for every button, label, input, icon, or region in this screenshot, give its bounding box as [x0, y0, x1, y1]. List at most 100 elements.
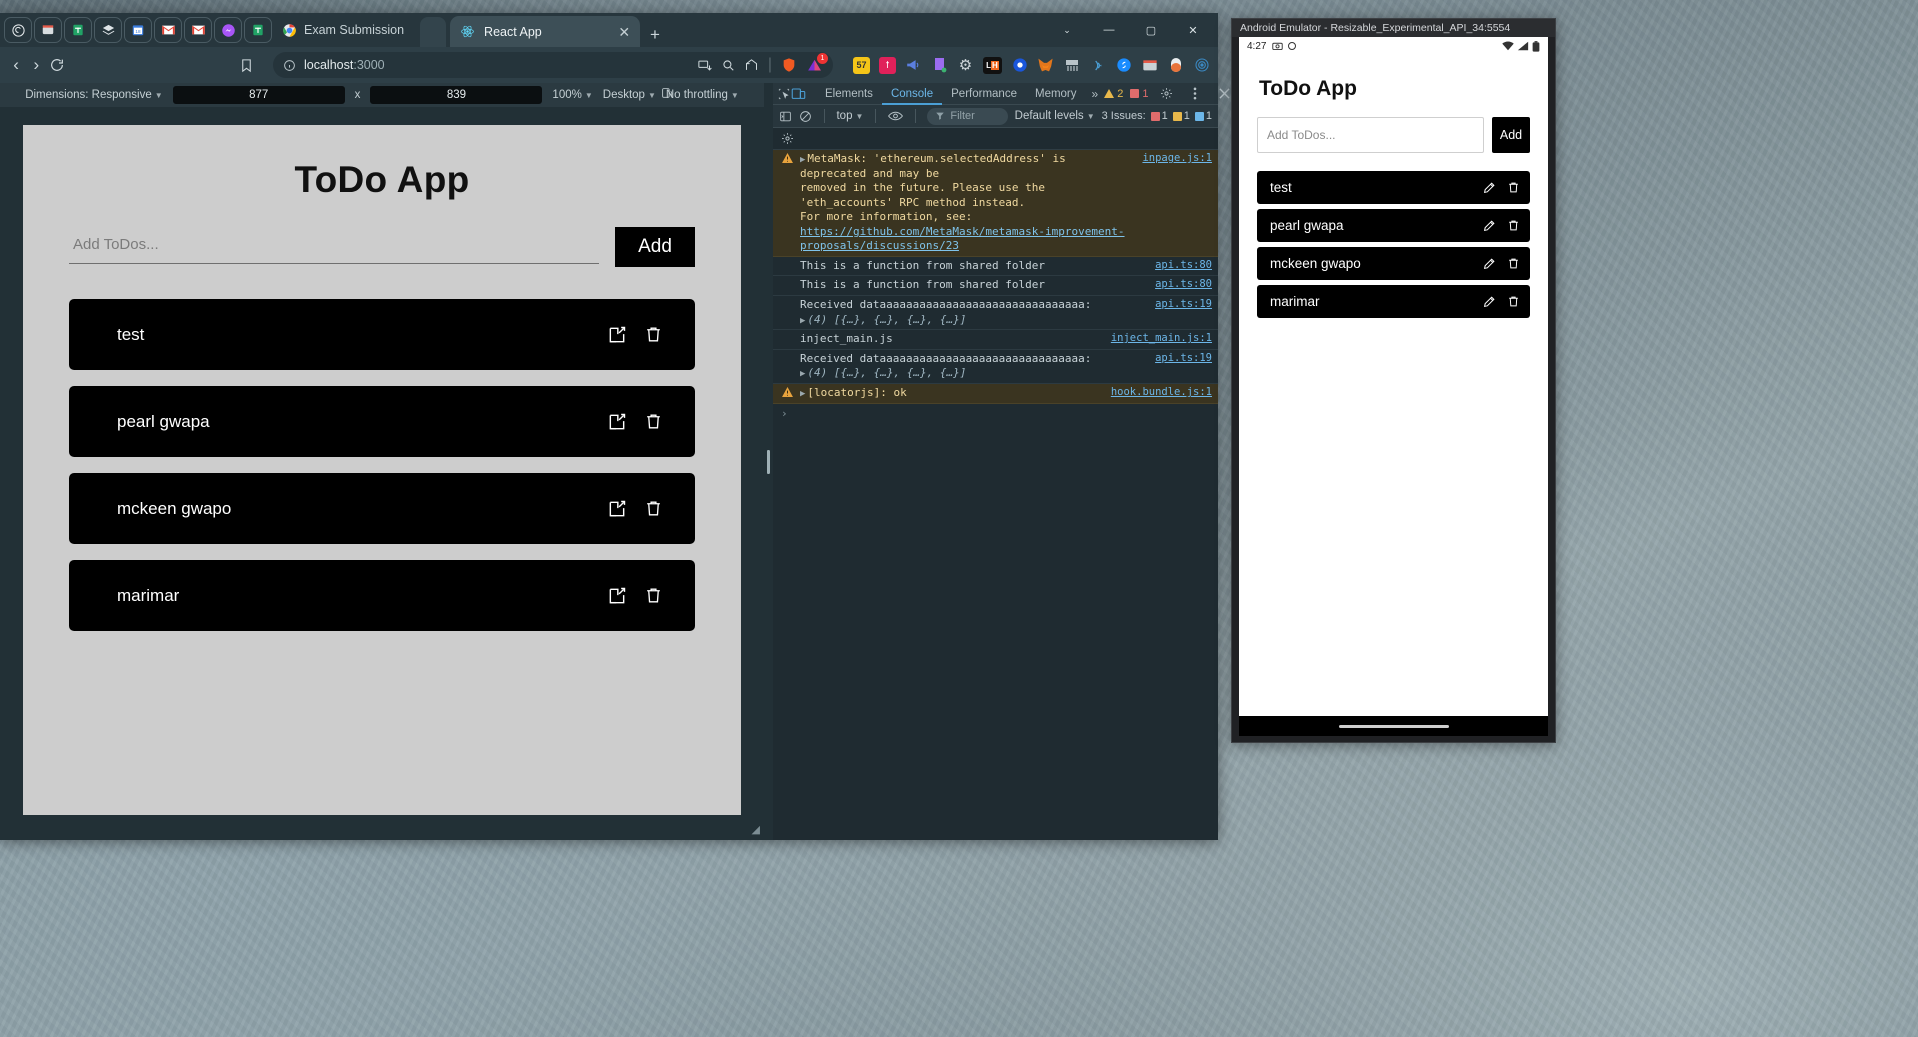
- more-tabs-button[interactable]: »: [1086, 87, 1105, 101]
- todo-item[interactable]: marimar: [69, 560, 695, 631]
- trash-icon[interactable]: [644, 586, 663, 605]
- browser-tab-react-app[interactable]: React App ✕: [450, 16, 641, 47]
- trash-icon[interactable]: [1507, 219, 1520, 232]
- emulator-add-button[interactable]: Add: [1492, 117, 1530, 153]
- user-agent-dropdown[interactable]: Desktop ▼: [603, 89, 656, 101]
- address-bar[interactable]: localhost:3000 | 1: [273, 52, 833, 78]
- trash-icon[interactable]: [644, 499, 663, 518]
- devtools-settings-button[interactable]: [1155, 84, 1177, 104]
- pinned-tab-app-5[interactable]: 18: [124, 17, 152, 43]
- edit-icon[interactable]: [1483, 181, 1496, 194]
- console-message-log[interactable]: This is a function from shared folder ap…: [773, 257, 1218, 277]
- reload-button[interactable]: [49, 52, 65, 79]
- new-tab-button[interactable]: +: [650, 26, 660, 43]
- trash-icon[interactable]: [644, 412, 663, 431]
- edit-icon[interactable]: [607, 412, 627, 432]
- extension-lighthouse-icon[interactable]: LH: [983, 56, 1002, 74]
- tab-memory[interactable]: Memory: [1026, 83, 1086, 105]
- pinned-tab-gmail-2[interactable]: [184, 17, 212, 43]
- window-minimize-button[interactable]: —: [1088, 17, 1130, 43]
- extension-eye-icon[interactable]: [1011, 57, 1028, 74]
- console-message-source[interactable]: api.ts:80: [1147, 278, 1212, 293]
- console-message-log[interactable]: Received dataaaaaaaaaaaaaaaaaaaaaaaaaaaa…: [773, 350, 1218, 385]
- console-message-source[interactable]: inpage.js:1: [1134, 152, 1212, 254]
- window-close-button[interactable]: ✕: [1172, 17, 1214, 43]
- console-message-source[interactable]: api.ts:19: [1147, 352, 1212, 381]
- issues-summary[interactable]: 3 Issues: 1 1 1: [1102, 110, 1212, 122]
- todo-item[interactable]: mckeen gwapo: [69, 473, 695, 544]
- pinned-tab-messenger[interactable]: [214, 17, 242, 43]
- trash-icon[interactable]: [644, 325, 663, 344]
- console-prompt[interactable]: ›: [773, 404, 1218, 423]
- pinned-tab-app-3[interactable]: [64, 17, 92, 43]
- pinned-tab-app-2[interactable]: [34, 17, 62, 43]
- console-message-link[interactable]: https://github.com/MetaMask/metamask-imp…: [800, 225, 1125, 253]
- console-message-log[interactable]: Received dataaaaaaaaaaaaaaaaaaaaaaaaaaaa…: [773, 296, 1218, 331]
- edit-icon[interactable]: [607, 325, 627, 345]
- inspect-element-button[interactable]: [777, 84, 791, 104]
- todo-input[interactable]: [69, 230, 599, 264]
- pinned-tab-app-4[interactable]: [94, 17, 122, 43]
- pinned-tab-app-1[interactable]: [4, 17, 32, 43]
- viewport-resize-corner[interactable]: ◢: [752, 823, 760, 836]
- window-chevron-button[interactable]: ⌄: [1046, 17, 1088, 43]
- toggle-device-toolbar-button[interactable]: [791, 84, 806, 104]
- split-view-icon[interactable]: [697, 58, 712, 73]
- edit-icon[interactable]: [1483, 219, 1496, 232]
- window-maximize-button[interactable]: ▢: [1130, 17, 1172, 43]
- viewport-height-input[interactable]: [370, 86, 543, 104]
- dimensions-dropdown[interactable]: Dimensions: Responsive ▼: [25, 89, 162, 101]
- throttling-dropdown[interactable]: No throttling ▼: [666, 89, 739, 101]
- expand-arrow-icon[interactable]: ▶: [800, 369, 805, 379]
- brave-rewards-icon[interactable]: 1: [806, 52, 828, 74]
- edit-icon[interactable]: [607, 586, 627, 606]
- console-message-source[interactable]: api.ts:19: [1147, 298, 1212, 327]
- trash-icon[interactable]: [1507, 181, 1520, 194]
- trash-icon[interactable]: [1507, 257, 1520, 270]
- error-count[interactable]: 1: [1130, 88, 1148, 100]
- extension-shazam-icon[interactable]: [1115, 57, 1132, 74]
- emulator-todo-item[interactable]: pearl gwapa: [1257, 209, 1530, 242]
- expand-arrow-icon[interactable]: ▶: [800, 155, 805, 165]
- viewport-width-input[interactable]: [172, 86, 345, 104]
- extension-megaphone-icon[interactable]: [905, 57, 922, 74]
- share-icon[interactable]: [744, 58, 759, 73]
- devtools-splitter[interactable]: [764, 83, 773, 840]
- browser-tab-blank[interactable]: [420, 17, 447, 47]
- extension-pin-icon[interactable]: ꝉ: [879, 56, 896, 74]
- console-message-log[interactable]: inject_main.js inject_main.js:1: [773, 330, 1218, 350]
- clear-console-button[interactable]: [799, 106, 812, 126]
- devtools-dock-button[interactable]: [1184, 84, 1206, 104]
- edit-icon[interactable]: [1483, 295, 1496, 308]
- brave-shield-icon[interactable]: [781, 57, 797, 73]
- warning-count[interactable]: 2: [1104, 88, 1123, 100]
- tab-close-icon[interactable]: ✕: [618, 25, 630, 39]
- zoom-icon[interactable]: [721, 58, 735, 72]
- emulator-todo-item[interactable]: marimar: [1257, 285, 1530, 318]
- expand-arrow-icon[interactable]: ▶: [800, 389, 805, 399]
- tab-console[interactable]: Console: [882, 83, 942, 105]
- extension-shredder-icon[interactable]: [1063, 57, 1080, 74]
- console-filter-input[interactable]: Filter: [927, 107, 1008, 125]
- rotate-button[interactable]: [661, 87, 674, 103]
- extension-capsule-icon[interactable]: [1167, 57, 1184, 74]
- context-selector[interactable]: top ▼: [836, 110, 863, 122]
- extension-chrome-store-icon[interactable]: [1141, 57, 1158, 74]
- pinned-tab-gmail-1[interactable]: [154, 17, 182, 43]
- log-levels-dropdown[interactable]: Default levels ▼: [1015, 110, 1095, 122]
- forward-button[interactable]: ›: [28, 52, 44, 79]
- console-message-source[interactable]: hook.bundle.js:1: [1103, 386, 1212, 401]
- extension-bookmark-icon[interactable]: [931, 57, 948, 74]
- zoom-dropdown[interactable]: 100% ▼: [552, 89, 592, 101]
- console-message-log[interactable]: This is a function from shared folder ap…: [773, 276, 1218, 296]
- console-group-preview[interactable]: (4) [{…}, {…}, {…}, {…}]: [807, 313, 966, 326]
- gear-icon[interactable]: [781, 132, 794, 145]
- console-message-source[interactable]: api.ts:80: [1147, 259, 1212, 274]
- live-expression-button[interactable]: [887, 106, 903, 126]
- console-sidebar-button[interactable]: [779, 106, 792, 126]
- trash-icon[interactable]: [1507, 295, 1520, 308]
- tab-elements[interactable]: Elements: [816, 83, 882, 105]
- back-button[interactable]: ‹: [8, 52, 24, 79]
- bookmark-button[interactable]: [239, 52, 255, 79]
- edit-icon[interactable]: [1483, 257, 1496, 270]
